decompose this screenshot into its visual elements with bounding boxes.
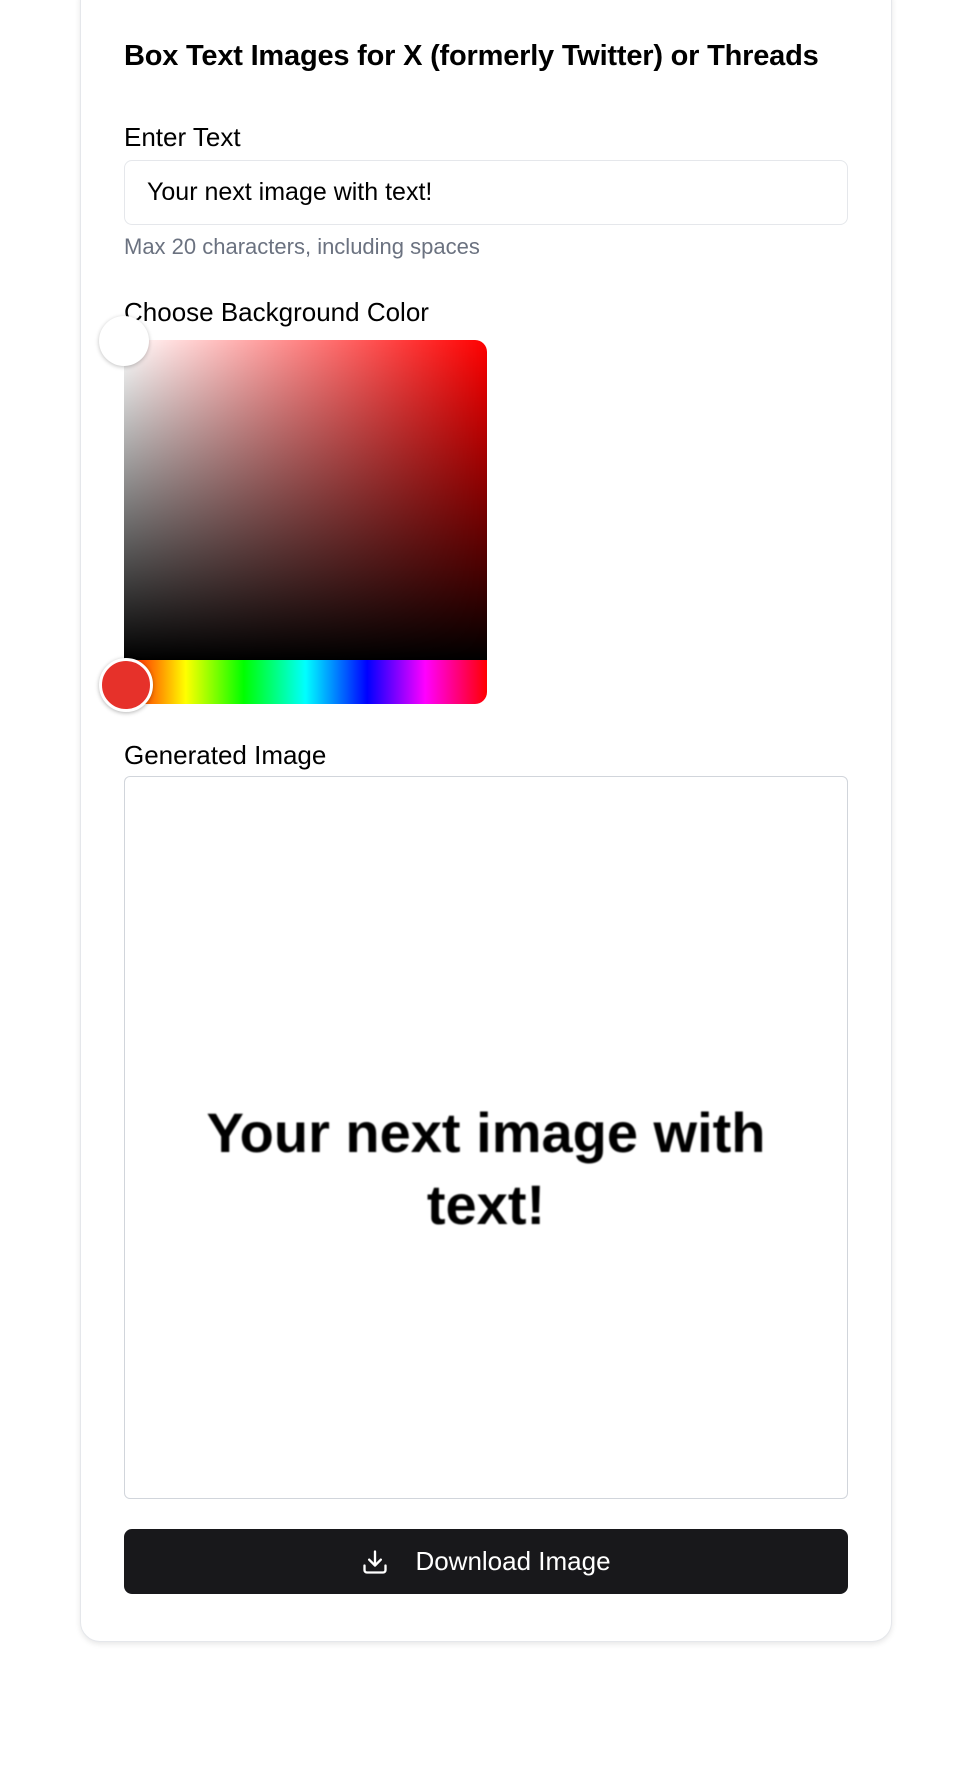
generated-image-preview: Your next image with text! — [124, 776, 848, 1499]
generated-image-label: Generated Image — [124, 740, 327, 770]
text-input-label: Enter Text — [124, 122, 241, 152]
download-button[interactable]: Download Image — [124, 1529, 848, 1594]
preview-text: Your next image with text! — [206, 1101, 766, 1236]
hue-handle[interactable] — [99, 658, 153, 712]
color-picker — [124, 340, 487, 704]
download-button-label: Download Image — [415, 1546, 611, 1576]
character-limit-hint: Max 20 characters, including spaces — [124, 234, 480, 259]
saturation-handle[interactable] — [99, 316, 149, 366]
hue-slider[interactable] — [124, 660, 487, 704]
download-icon — [361, 1548, 389, 1576]
saturation-area[interactable] — [124, 340, 487, 660]
page-title: Box Text Images for X (formerly Twitter)… — [124, 40, 819, 72]
background-color-label: Choose Background Color — [124, 297, 429, 327]
text-input[interactable] — [124, 160, 848, 225]
